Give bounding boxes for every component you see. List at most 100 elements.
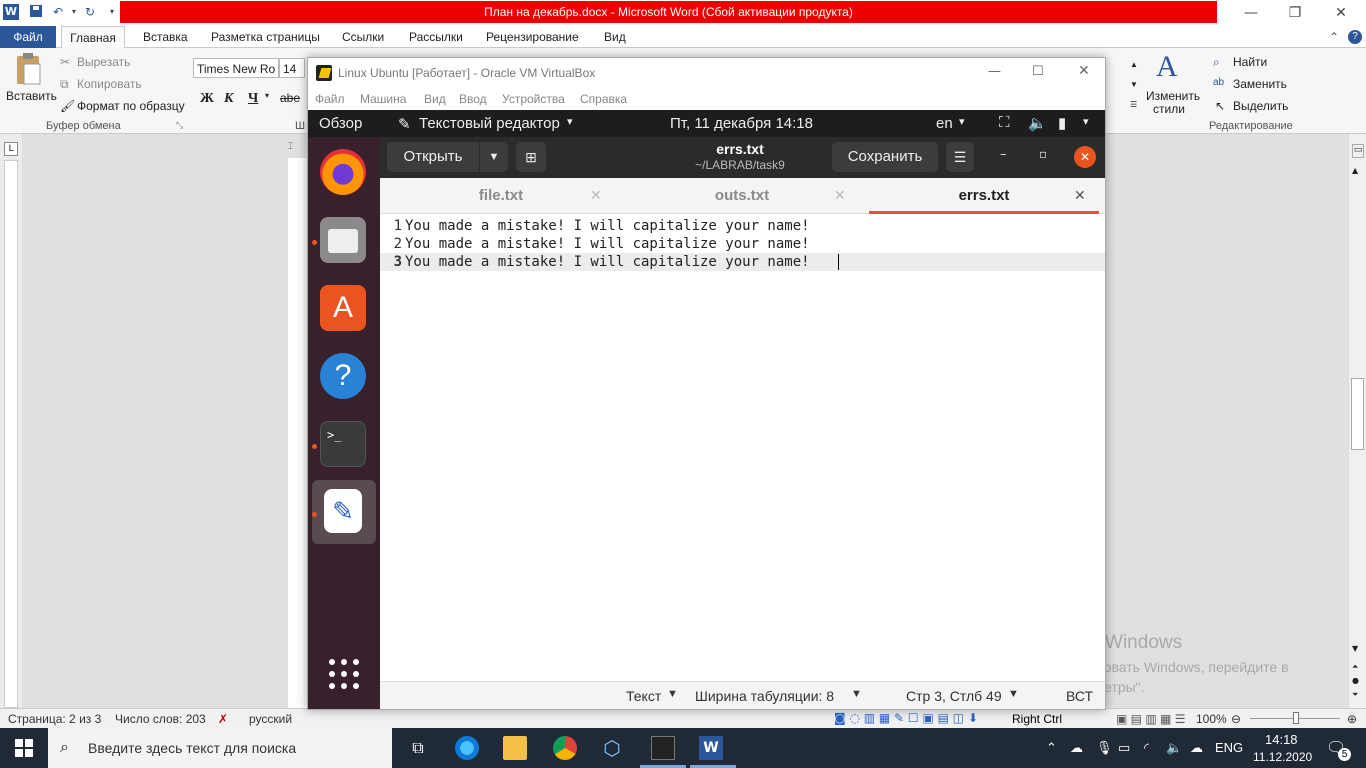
tab-home[interactable]: Главная: [61, 26, 125, 49]
zoom-slider-thumb[interactable]: [1293, 712, 1299, 724]
firefox-icon[interactable]: [320, 149, 366, 195]
replace-button[interactable]: Заменить: [1233, 77, 1287, 91]
open-dropdown-icon[interactable]: ▼: [480, 142, 508, 172]
vb-device-icons[interactable]: ◙ ◌ ▥ ▦ ✎ ☐ ▣ ▤ ◫ ⬇: [834, 711, 978, 725]
apps-grid-icon[interactable]: [327, 657, 361, 691]
vb-close-icon[interactable]: ✕: [1078, 63, 1090, 79]
file-explorer-icon[interactable]: [503, 736, 527, 760]
replace-icon[interactable]: ab: [1213, 77, 1224, 88]
find-button[interactable]: Найти: [1233, 55, 1267, 69]
format-painter-button[interactable]: Формат по образцу: [77, 99, 185, 113]
activities-button[interactable]: Обзор: [319, 115, 362, 132]
vb-menu-input[interactable]: Ввод: [459, 92, 487, 106]
font-size-select[interactable]: 14: [279, 58, 305, 78]
change-styles-label1[interactable]: Изменить: [1146, 89, 1200, 103]
close-tab-file-icon[interactable]: ✕: [590, 178, 602, 214]
tab-view[interactable]: Вид: [604, 26, 626, 48]
gedit-close-icon[interactable]: ✕: [1074, 146, 1096, 168]
page-count-status[interactable]: Страница: 2 из 3: [8, 712, 101, 726]
help-center-icon[interactable]: ?: [320, 353, 366, 399]
keyboard-chevron-icon[interactable]: ▾: [959, 115, 965, 128]
files-icon[interactable]: [320, 217, 366, 263]
software-icon[interactable]: A: [320, 285, 366, 331]
text-editor-icon[interactable]: ✎: [324, 489, 362, 533]
bold-button[interactable]: Ж: [200, 91, 214, 107]
collapse-ribbon-icon[interactable]: ⌃: [1329, 26, 1339, 48]
styles-scroll-down-icon[interactable]: ▼: [1130, 76, 1138, 90]
copy-button[interactable]: Копировать: [77, 77, 142, 91]
cursor-position[interactable]: Стр 3, Стлб 49: [906, 688, 1002, 704]
chrome-icon[interactable]: [553, 736, 577, 760]
task-view-icon[interactable]: ⧉: [406, 736, 430, 760]
help-icon[interactable]: ?: [1348, 30, 1362, 44]
app-menu-button[interactable]: Текстовый редактор: [419, 115, 560, 132]
vb-menu-machine[interactable]: Машина: [360, 92, 406, 106]
copy-icon[interactable]: ⧉: [60, 77, 69, 92]
select-button[interactable]: Выделить: [1233, 99, 1288, 113]
tab-width-selector[interactable]: Ширина табуляции: 8: [695, 688, 834, 704]
start-icon[interactable]: [15, 739, 33, 757]
tab-width-chevron-icon[interactable]: ▼: [851, 688, 862, 700]
strikethrough-button[interactable]: abe: [280, 91, 300, 105]
save-button[interactable]: Сохранить: [832, 142, 938, 172]
cut-icon[interactable]: ✂: [60, 55, 70, 69]
format-painter-icon[interactable]: 🖌: [60, 99, 75, 113]
customize-qat-icon[interactable]: ▾: [104, 4, 120, 20]
scroll-down-icon[interactable]: ▼: [1352, 644, 1358, 653]
vb-menu-view[interactable]: Вид: [424, 92, 446, 106]
paste-button[interactable]: Вставить: [6, 89, 57, 103]
vb-minimize-icon[interactable]: —: [988, 64, 1001, 79]
find-icon[interactable]: ⌕: [1213, 55, 1220, 70]
view-buttons-icon[interactable]: ▣ ▤ ▥ ▦ ☰: [1116, 712, 1185, 726]
word-vertical-scrollbar[interactable]: ▭ ▲ ▼ ⏶ ● ⏷: [1348, 134, 1366, 708]
zoom-level[interactable]: 100%: [1196, 712, 1227, 726]
save-icon[interactable]: [28, 4, 44, 20]
undo-dropdown-icon[interactable]: ▾: [66, 4, 82, 20]
cut-button[interactable]: Вырезать: [77, 55, 130, 69]
underline-button[interactable]: Ч: [248, 91, 258, 107]
font-name-select[interactable]: Times New Ro: [193, 58, 279, 78]
italic-button[interactable]: К: [224, 91, 234, 107]
scroll-thumb[interactable]: [1351, 378, 1364, 450]
clock[interactable]: Пт, 11 декабря 14:18: [670, 115, 813, 132]
view-ruler-icon[interactable]: ▭: [1352, 144, 1364, 158]
taskbar-search-box[interactable]: ⌕ Введите здесь текст для поиска: [48, 728, 392, 768]
clipboard-launcher-icon[interactable]: ⤡: [176, 120, 183, 131]
scroll-up-icon[interactable]: ▲: [1352, 166, 1358, 175]
insert-mode[interactable]: ВСТ: [1066, 688, 1093, 704]
edge-icon[interactable]: [455, 736, 479, 760]
redo-icon[interactable]: ↻: [82, 4, 98, 20]
volume-icon[interactable]: 🔈: [1028, 114, 1047, 132]
tray-network-alert-icon[interactable]: ☁: [1070, 740, 1083, 756]
word-count-status[interactable]: Число слов: 203: [115, 712, 206, 726]
change-styles-label2[interactable]: стили: [1153, 102, 1185, 116]
ruler-toggle-icon[interactable]: L: [4, 142, 18, 156]
battery-tray-icon[interactable]: ▭: [1118, 740, 1130, 756]
vb-menu-help[interactable]: Справка: [580, 92, 627, 106]
volume-tray-icon[interactable]: 🔈: [1166, 740, 1182, 756]
tray-date[interactable]: 11.12.2020: [1253, 750, 1312, 764]
underline-dropdown-icon[interactable]: ▾: [265, 91, 269, 100]
virtualbox-taskbar-icon[interactable]: ⬡: [600, 736, 624, 760]
input-language[interactable]: ENG: [1215, 740, 1243, 755]
minimize-icon[interactable]: —: [1228, 0, 1274, 26]
select-icon[interactable]: ↖: [1215, 99, 1225, 113]
word-app-icon[interactable]: W: [3, 4, 19, 20]
microphone-icon[interactable]: 🎙: [1096, 740, 1113, 756]
tab-outs-txt[interactable]: outs.txt: [622, 178, 862, 214]
zoom-out-icon[interactable]: ⊖: [1231, 712, 1241, 726]
prev-page-icon[interactable]: ⏶: [1352, 662, 1358, 672]
vb-maximize-icon[interactable]: ☐: [1032, 64, 1044, 79]
vb-menu-file[interactable]: Файл: [315, 92, 345, 106]
tab-review[interactable]: Рецензирование: [486, 26, 579, 48]
tray-overflow-icon[interactable]: ⌃: [1046, 740, 1057, 756]
syntax-selector[interactable]: Текст: [626, 688, 661, 704]
wifi-icon[interactable]: ◜: [1144, 740, 1149, 756]
tab-file[interactable]: Файл: [0, 26, 56, 48]
tab-page-layout[interactable]: Разметка страницы: [211, 26, 320, 48]
syntax-chevron-icon[interactable]: ▼: [667, 688, 678, 700]
network-icon[interactable]: ⛶: [999, 114, 1010, 131]
onedrive-icon[interactable]: ☁: [1190, 740, 1203, 756]
select-browse-object-icon[interactable]: ●: [1352, 676, 1359, 685]
word-taskbar-icon[interactable]: W: [699, 736, 723, 760]
